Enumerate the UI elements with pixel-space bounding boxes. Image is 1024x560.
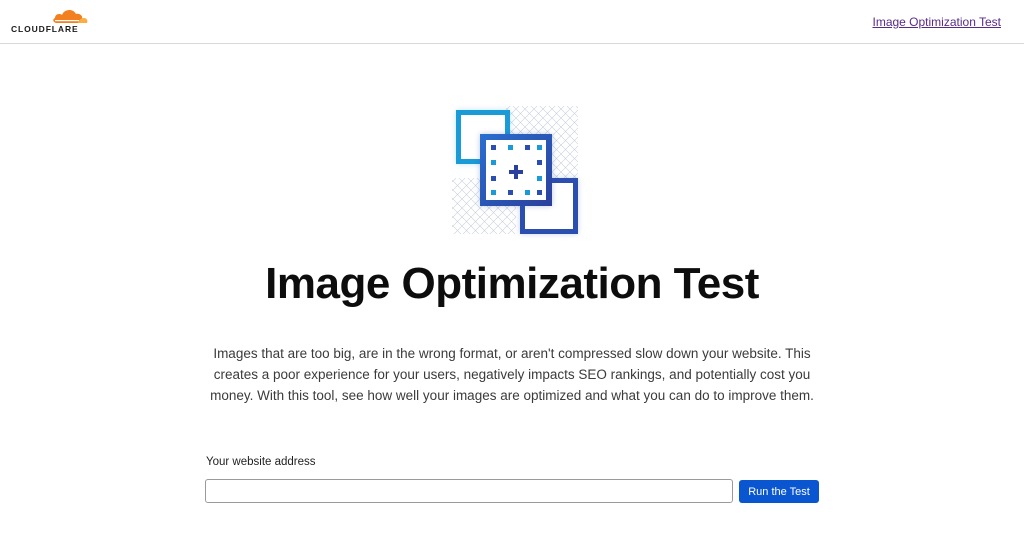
website-address-label: Your website address [206,456,316,468]
image-optimization-icon [444,100,584,240]
cloudflare-logo[interactable]: CLOUDFLARE [11,6,91,36]
page-description: Images that are too big, are in the wron… [210,346,814,403]
site-header: CLOUDFLARE Image Optimization Test [0,0,1024,44]
nav-link-image-optimization-test[interactable]: Image Optimization Test [872,15,1001,29]
website-address-input[interactable] [205,479,733,503]
cloudflare-cloud-icon [53,9,88,23]
page-title: Image Optimization Test [265,259,759,308]
logo-wordmark: CLOUDFLARE [11,24,79,34]
run-test-button[interactable]: Run the Test [739,480,819,503]
